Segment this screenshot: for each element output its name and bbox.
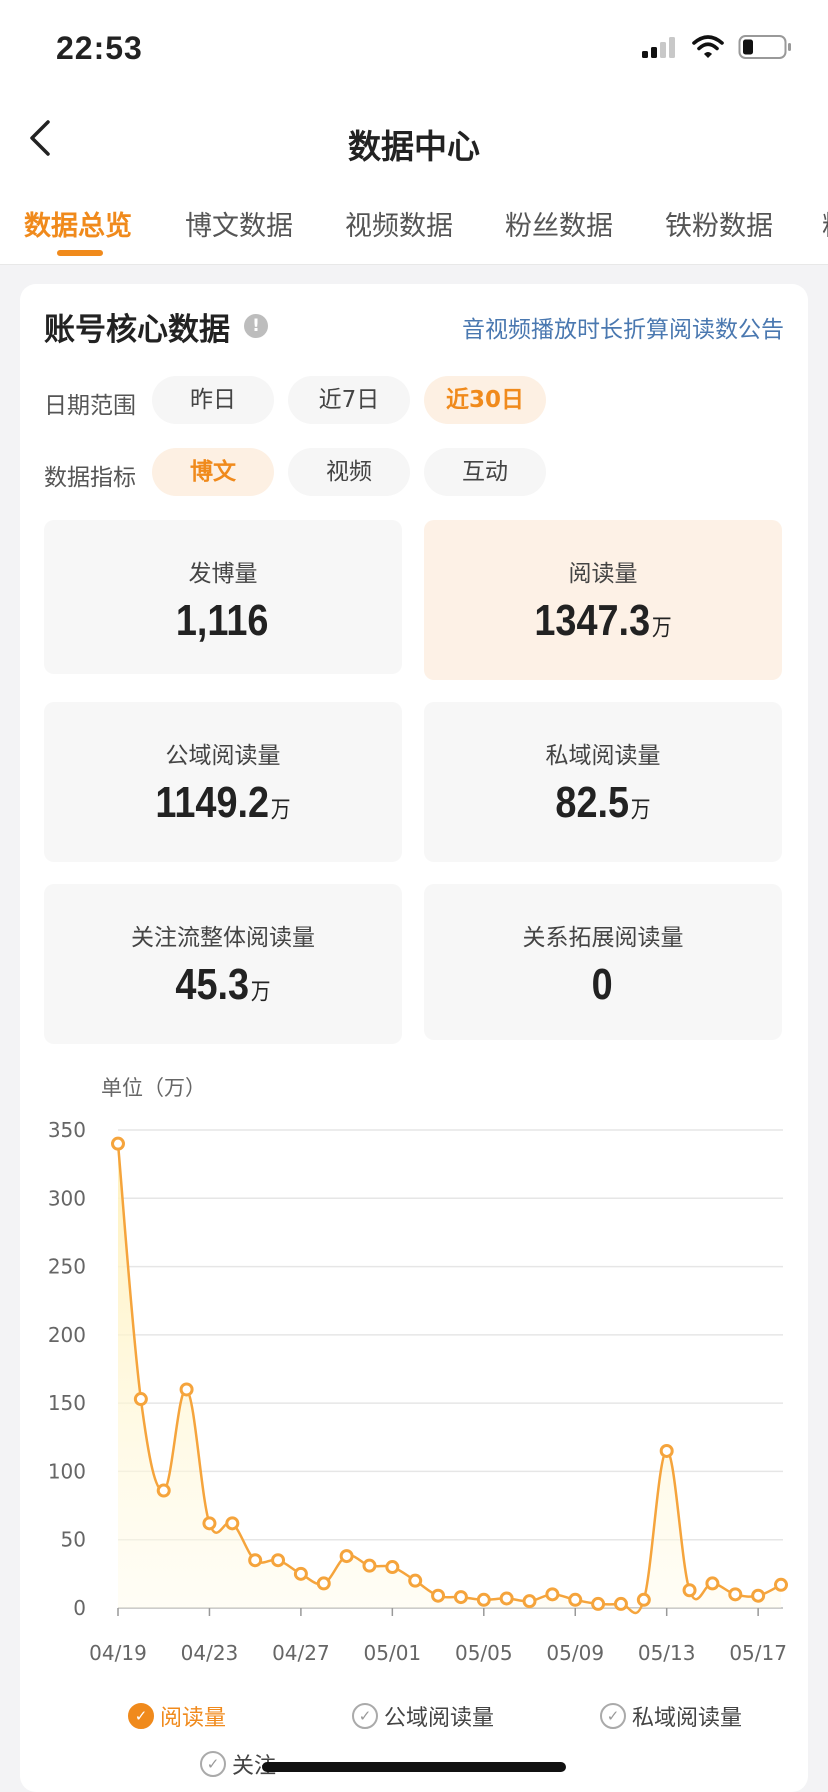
legend-public-read[interactable]: ✓ 公域阅读量 — [352, 1700, 494, 1732]
x-tick-label: 05/13 — [638, 1641, 696, 1665]
nav-bar: 数据中心 — [0, 96, 828, 184]
x-tick-label: 05/01 — [364, 1641, 422, 1665]
data-point — [293, 1566, 308, 1581]
status-icons — [640, 34, 792, 60]
legend-private-read[interactable]: ✓ 私域阅读量 — [600, 1700, 742, 1732]
data-point — [774, 1577, 788, 1592]
cellular-signal-icon — [642, 37, 675, 58]
tab-fans-data[interactable]: 粉丝数据 — [505, 204, 613, 243]
data-point — [682, 1583, 697, 1598]
data-point — [133, 1392, 148, 1407]
data-point — [111, 1136, 125, 1151]
y-tick-label: 0 — [73, 1596, 86, 1620]
data-point — [659, 1443, 674, 1458]
tab-overview[interactable]: 数据总览 — [24, 204, 132, 243]
y-tick-label: 300 — [48, 1186, 86, 1210]
data-point — [453, 1590, 468, 1605]
data-point — [271, 1553, 286, 1568]
tab-bar: 数据总览 博文数据 视频数据 粉丝数据 铁粉数据 粉 — [0, 184, 828, 265]
data-point — [316, 1576, 331, 1591]
data-point — [408, 1573, 423, 1588]
wifi-icon — [692, 35, 724, 58]
home-indicator — [262, 1762, 566, 1772]
x-tick-label: 04/27 — [272, 1641, 330, 1665]
data-point — [728, 1587, 743, 1602]
status-bar: 22:53 — [0, 0, 828, 96]
data-point — [499, 1591, 514, 1606]
x-tick-label: 05/17 — [729, 1641, 787, 1665]
y-tick-label: 50 — [61, 1528, 86, 1552]
check-icon: ✓ — [128, 1703, 154, 1729]
data-point — [225, 1516, 240, 1531]
data-point — [362, 1558, 377, 1573]
status-time: 22:53 — [56, 30, 143, 66]
tab-video-data[interactable]: 视频数据 — [345, 204, 453, 243]
read-trend-chart[interactable]: 0 50 100 150 200 250 300 350 04/19 04/23 04/27 05/0… — [20, 284, 808, 1792]
y-tick-label: 100 — [48, 1459, 86, 1483]
data-point — [431, 1588, 446, 1603]
data-point — [476, 1592, 491, 1607]
data-point — [156, 1483, 171, 1498]
y-tick-label: 250 — [48, 1255, 86, 1279]
data-point — [248, 1553, 263, 1568]
tab-post-data[interactable]: 博文数据 — [185, 204, 293, 243]
check-icon: ✓ — [200, 1751, 226, 1777]
data-point — [591, 1596, 606, 1611]
x-tick-label: 04/23 — [181, 1641, 239, 1665]
x-tick-label: 05/05 — [455, 1641, 513, 1665]
tab-fans-more[interactable]: 粉 — [822, 204, 828, 243]
x-tick-label: 05/09 — [546, 1641, 604, 1665]
check-icon: ✓ — [352, 1703, 378, 1729]
battery-icon — [738, 35, 791, 59]
data-point — [545, 1587, 560, 1602]
data-point — [705, 1576, 720, 1591]
tab-active-indicator — [57, 250, 103, 256]
data-point — [202, 1516, 217, 1531]
y-tick-label: 200 — [48, 1323, 86, 1347]
data-point — [613, 1596, 628, 1611]
y-tick-label: 350 — [48, 1118, 86, 1142]
data-point — [751, 1588, 766, 1603]
data-point — [636, 1592, 651, 1607]
page-title: 数据中心 — [348, 127, 480, 166]
tab-iron-fans-data[interactable]: 铁粉数据 — [665, 204, 773, 243]
x-tick-label: 04/19 — [89, 1641, 147, 1665]
check-icon: ✓ — [600, 1703, 626, 1729]
data-point — [339, 1549, 354, 1564]
y-tick-label: 150 — [48, 1391, 86, 1415]
data-point — [522, 1594, 537, 1609]
data-point — [385, 1560, 400, 1575]
data-point — [568, 1592, 583, 1607]
legend-read[interactable]: ✓ 阅读量 — [128, 1700, 226, 1732]
data-point — [179, 1382, 194, 1397]
core-data-card: 账号核心数据 ! 音视频播放时长折算阅读数公告 日期范围 昨日 近7日 近30日… — [20, 284, 808, 1792]
